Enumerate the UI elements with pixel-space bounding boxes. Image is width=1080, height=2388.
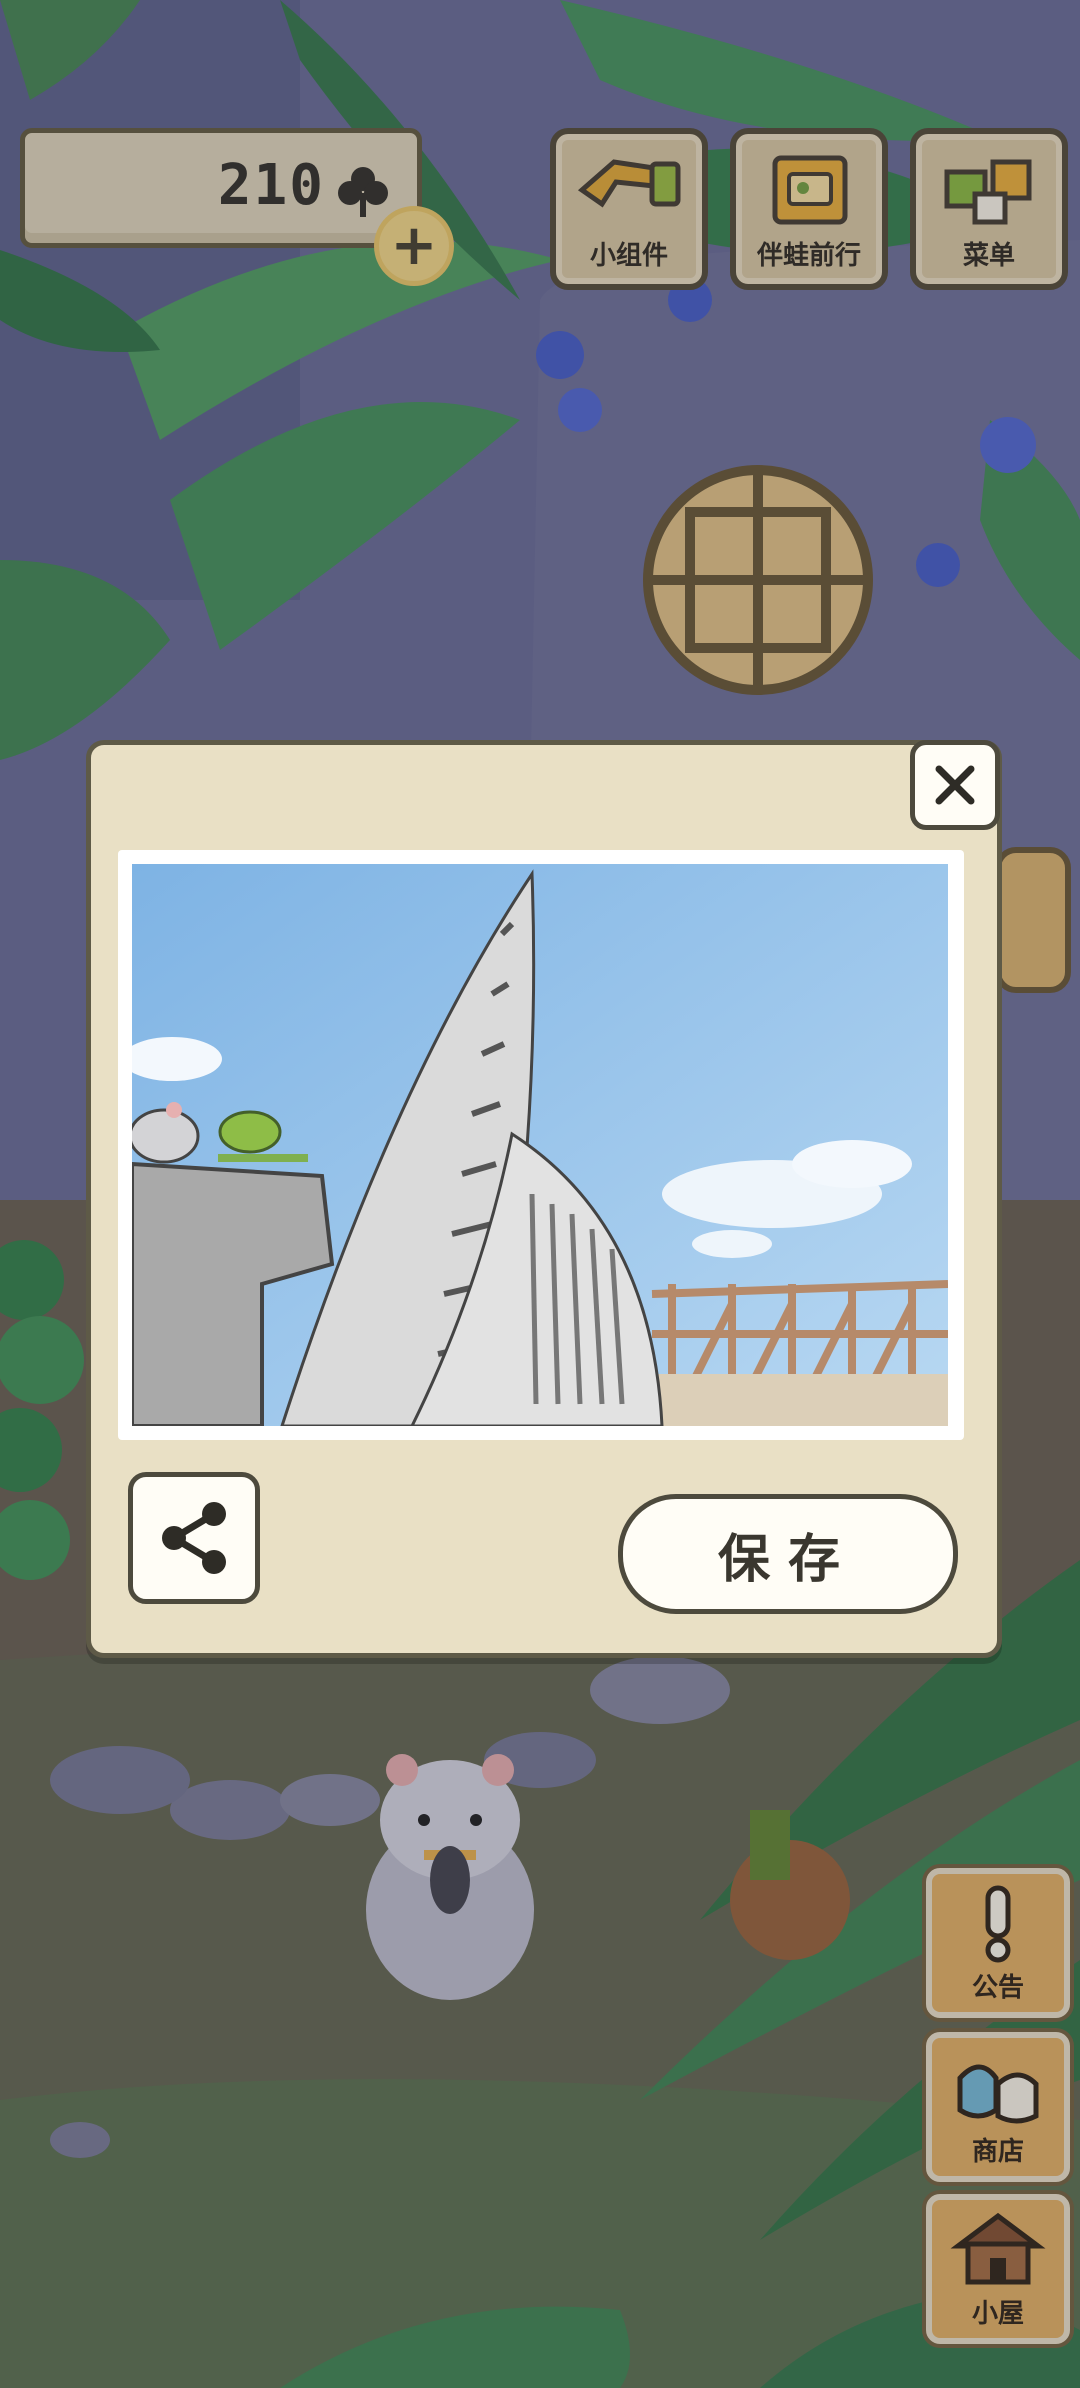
travel-photo <box>132 864 948 1426</box>
photo-scene <box>132 864 948 1426</box>
save-label: 保存 <box>717 1529 858 1590</box>
share-button[interactable] <box>128 1472 260 1604</box>
close-icon <box>935 765 975 805</box>
close-button[interactable] <box>910 740 1000 830</box>
share-icon <box>162 1502 226 1574</box>
save-button[interactable]: 保存 <box>618 1494 958 1614</box>
